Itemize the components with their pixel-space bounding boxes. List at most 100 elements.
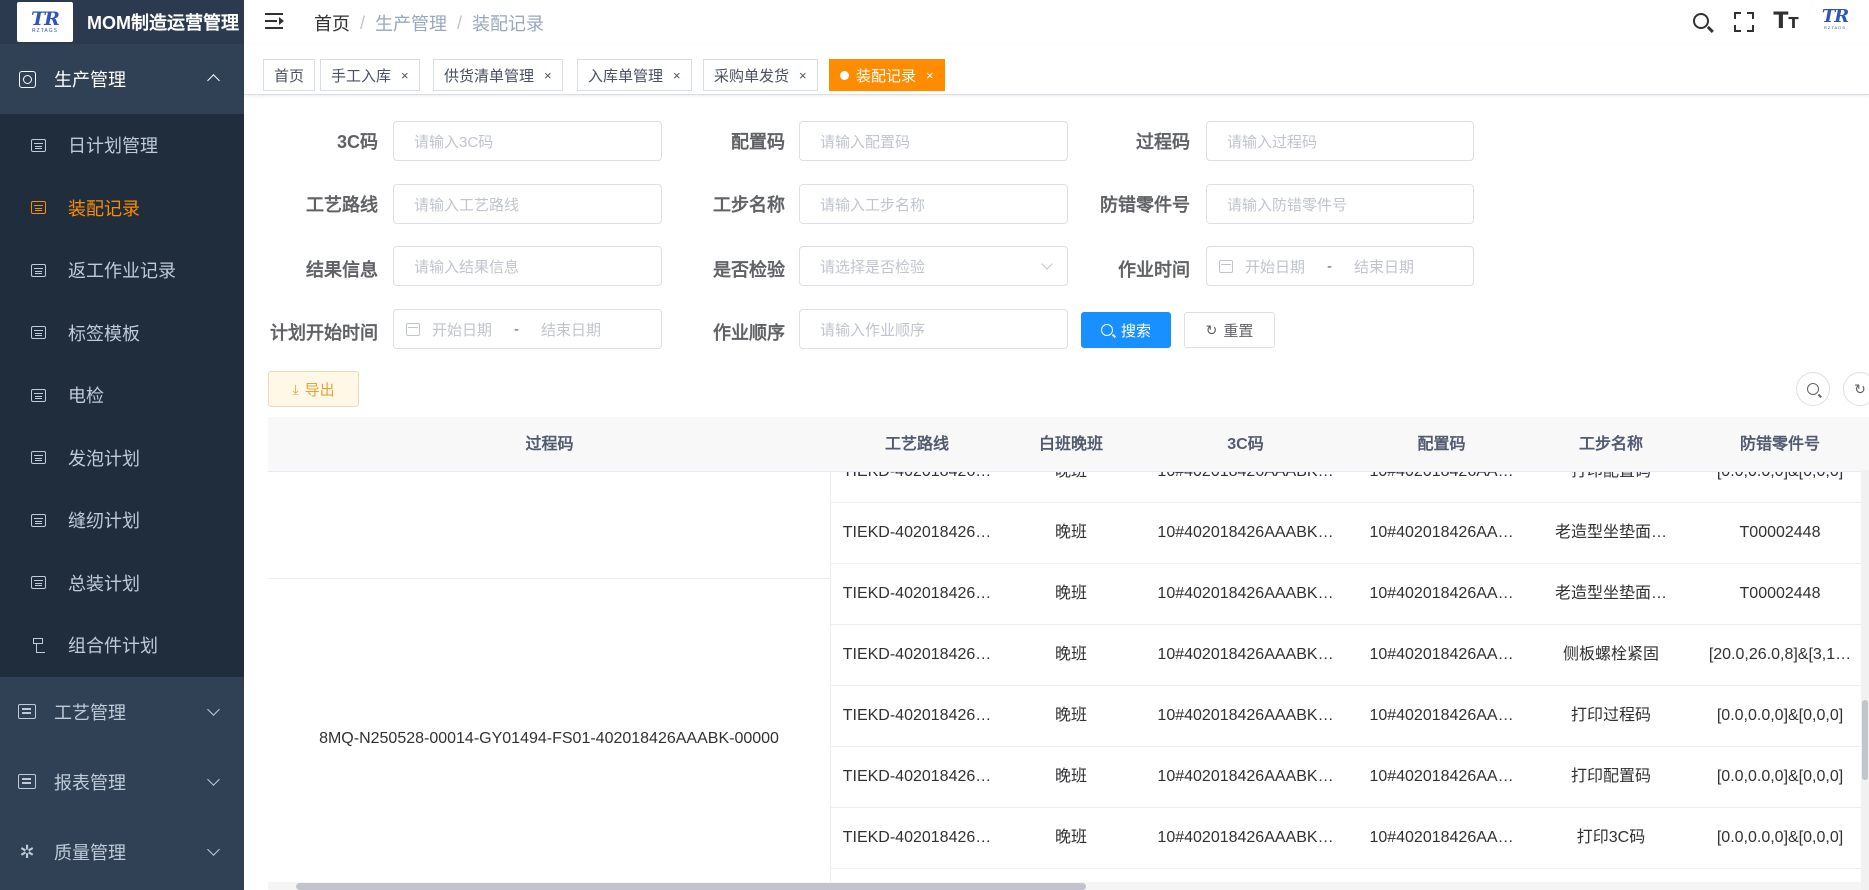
cell-part-no: T00002448 (1739, 585, 1821, 602)
table-row[interactable]: TIEKD-402018426… 晚班 10#402018426AAABK… 1… (831, 625, 1869, 686)
font-size-icon: TT (1773, 8, 1799, 34)
menu-production[interactable]: 生产管理 (0, 44, 244, 114)
cell-3c-code: 10#402018426AAABK… (1157, 768, 1334, 785)
navbar: 首页 / 生产管理 / 装配记录 TT TR RZTAGS (244, 0, 1869, 44)
reset-button-label: 重置 (1223, 322, 1254, 340)
sidebar: TR RZTAGS MOM制造运营管理 生产管理 日计划管理 装配记录 返工作业… (0, 0, 244, 890)
breadcrumb-home[interactable]: 首页 (314, 10, 350, 36)
col-part-no: 防错零件号 (1739, 436, 1820, 453)
menu-production-label: 生产管理 (54, 70, 126, 90)
cell-shift: 晚班 (1054, 707, 1087, 724)
hamburger-icon[interactable] (265, 12, 285, 30)
tag-purchase-shipment[interactable]: 采购单发货 × (703, 59, 818, 91)
export-button-label: 导出 (304, 381, 335, 399)
user-avatar-logo[interactable]: TR RZTAGS (1815, 8, 1855, 36)
sidebar-item-daily-plan[interactable]: 日计划管理 (0, 114, 244, 177)
plan-start-start[interactable]: 开始日期 (432, 319, 492, 340)
font-size-button[interactable]: TT (1773, 9, 1799, 35)
cell-route: TIEKD-402018426… (842, 646, 992, 663)
toggle-search-button[interactable] (1796, 372, 1830, 406)
col-config-code: 配置码 (1417, 436, 1466, 453)
plan-start-end[interactable]: 结束日期 (541, 319, 601, 340)
work-time-start[interactable]: 开始日期 (1245, 256, 1305, 277)
daterange-work-time[interactable]: 开始日期 - 结束日期 (1206, 246, 1474, 286)
sidebar-item-foam-plan[interactable]: 发泡计划 (0, 427, 244, 490)
range-separator: - (514, 320, 520, 338)
cell-part-no: [0.0,0.0,0]&[0,0,0] (1716, 768, 1844, 785)
sidebar-item-final-assembly-plan[interactable]: 总装计划 (0, 552, 244, 615)
breadcrumb-separator: / (360, 12, 366, 33)
sidebar-item-rework-record[interactable]: 返工作业记录 (0, 239, 244, 302)
vertical-scrollbar-thumb[interactable] (1862, 700, 1868, 780)
reset-button[interactable]: ↻ 重置 (1184, 312, 1275, 348)
calendar-icon (30, 325, 46, 341)
sidebar-item-component-plan[interactable]: 组合件计划 (0, 614, 244, 677)
breadcrumb-production[interactable]: 生产管理 (375, 10, 447, 36)
tags-view: 首页 手工入库 × 供货清单管理 × 入库单管理 × 采购单发货 × 装配记录 … (244, 44, 1869, 95)
input-process-code[interactable]: 请输入过程码 (1206, 121, 1474, 161)
brand[interactable]: TR RZTAGS MOM制造运营管理 (0, 0, 244, 44)
close-icon[interactable]: × (401, 68, 409, 83)
calendar-icon (30, 137, 46, 153)
cell-3c-code: 10#402018426AAABK… (1157, 585, 1334, 602)
cell-route: TIEKD-402018426… (842, 524, 992, 541)
daterange-plan-start[interactable]: 开始日期 - 结束日期 (393, 309, 662, 349)
cell-part-no: [20.0,26.0,8]&[3,1… (1708, 646, 1852, 663)
input-order[interactable]: 请输入作业顺序 (799, 309, 1068, 349)
form-icon (18, 703, 36, 721)
table-row[interactable]: TIEKD-402018426… 晚班 10#402018426AAABK… 1… (831, 747, 1869, 808)
process-code-value: 8MQ-N250528-00014-GY01494-FS01-402018426… (319, 729, 779, 747)
input-config-code[interactable]: 请输入配置码 (799, 121, 1068, 161)
chevron-down-icon (207, 702, 220, 716)
header-search-button[interactable] (1689, 9, 1715, 35)
sidebar-item-sewing-plan[interactable]: 缝纫计划 (0, 489, 244, 552)
vertical-scrollbar[interactable] (1861, 470, 1869, 890)
sidebar-item-assembly-record[interactable]: 装配记录 (0, 177, 244, 240)
input-part-no[interactable]: 请输入防错零件号 (1206, 184, 1474, 224)
close-icon[interactable]: × (544, 68, 552, 83)
input-result[interactable]: 请输入结果信息 (393, 246, 662, 286)
menu-process[interactable]: 工艺管理 (0, 677, 244, 747)
select-inspect[interactable]: 请选择是否检验 (799, 246, 1068, 286)
table-row[interactable]: TIEKD-402018426… 晚班 10#402018426AAABK… 1… (831, 686, 1869, 747)
input-3c-code[interactable]: 请输入3C码 (393, 121, 662, 161)
tag-inbound-order[interactable]: 入库单管理 × (577, 59, 692, 91)
merged-process-cell: 8MQ-N250528-00014-GY01494-FS01-402018426… (268, 579, 831, 890)
search-button[interactable]: 搜索 (1081, 312, 1171, 348)
cell-config-code: 10#402018426AA… (1369, 585, 1514, 602)
gear-square-icon (18, 70, 36, 88)
sidebar-item-label-template[interactable]: 标签模板 (0, 302, 244, 365)
close-icon[interactable]: × (673, 68, 681, 83)
work-time-end[interactable]: 结束日期 (1354, 256, 1414, 277)
sidebar-item-electric-check[interactable]: 电检 (0, 364, 244, 427)
menu-report[interactable]: 报表管理 (0, 747, 244, 817)
tag-label: 入库单管理 (588, 67, 664, 85)
close-icon[interactable]: × (799, 68, 807, 83)
cell-shift: 晚班 (1054, 585, 1087, 602)
table-row[interactable]: TIEKD-402018426… 晚班 10#402018426AAABK… 1… (831, 564, 1869, 625)
assembly-record-table: 过程码 工艺路线 白班晚班 3C码 配置码 工步名称 防错零件号 8MQ-N25… (268, 417, 1869, 890)
tag-assembly-record[interactable]: 装配记录 × (829, 59, 945, 91)
label-config-code: 配置码 (731, 132, 785, 152)
table-row[interactable]: TIEKD-402018426… 晚班 10#402018426AAABK… 1… (831, 808, 1869, 869)
table-row[interactable]: TIEKD-402018426… 晚班 10#402018426AAABK… 1… (831, 503, 1869, 564)
export-button[interactable]: ⤓ 导出 (268, 371, 359, 407)
cell-step-name: 老造型坐垫面… (1554, 585, 1667, 602)
tag-manual-inbound[interactable]: 手工入库 × (320, 59, 420, 91)
calendar-icon (30, 575, 46, 591)
menu-quality[interactable]: ✲ 质量管理 (0, 817, 244, 887)
close-icon[interactable]: × (926, 68, 934, 83)
bug-icon: ✲ (19, 841, 35, 862)
horizontal-scrollbar-thumb[interactable] (296, 883, 1086, 890)
tag-home[interactable]: 首页 (263, 59, 316, 91)
cell-3c-code: 10#402018426AAABK… (1157, 707, 1334, 724)
active-dot-icon (840, 70, 849, 80)
cell-config-code: 10#402018426AA… (1369, 829, 1514, 846)
table-row[interactable]: TIEKD-402018426… 晚班 10#402018426AAABK… 1… (831, 472, 1869, 503)
refresh-table-button[interactable]: ↻ (1843, 372, 1869, 406)
tag-supply-list[interactable]: 供货清单管理 × (433, 59, 563, 91)
fullscreen-button[interactable] (1731, 9, 1757, 35)
input-step-name[interactable]: 请输入工步名称 (799, 184, 1068, 224)
input-route[interactable]: 请输入工艺路线 (393, 184, 662, 224)
sidebar-item-label: 组合件计划 (68, 636, 158, 657)
